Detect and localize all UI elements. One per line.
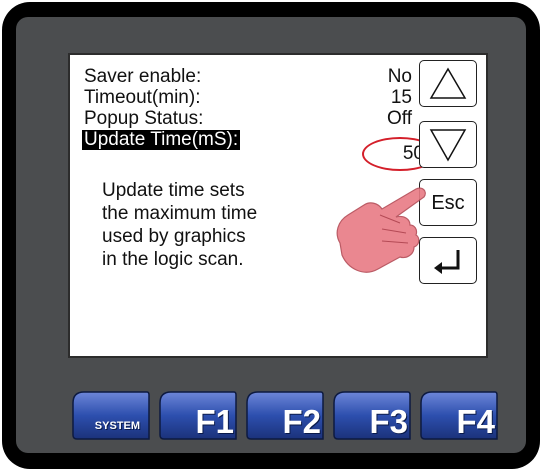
- up-arrow-icon: [429, 67, 467, 99]
- system-key-label: SYSTEM: [94, 420, 140, 432]
- f4-key[interactable]: F4: [419, 389, 499, 442]
- setting-value-popup-status[interactable]: Off: [352, 109, 412, 129]
- display-screen: Saver enable: No Timeout(min): 15 Popup …: [68, 53, 488, 358]
- f1-key[interactable]: F1: [158, 389, 238, 442]
- f4-key-label: F4: [456, 403, 495, 440]
- setting-value-saver-enable[interactable]: No: [352, 67, 412, 87]
- setting-label-saver-enable[interactable]: Saver enable:: [84, 67, 201, 87]
- setting-label-timeout[interactable]: Timeout(min):: [84, 88, 200, 108]
- system-key-shape: [72, 391, 150, 440]
- f3-key-label: F3: [369, 403, 408, 440]
- help-text: Update time sets the maximum time used b…: [102, 179, 257, 271]
- help-text-line: Update time sets: [102, 180, 245, 201]
- help-text-line: in the logic scan.: [102, 249, 244, 270]
- setting-label-update-time[interactable]: Update Time(mS):: [82, 130, 241, 150]
- f2-key[interactable]: F2: [245, 389, 325, 442]
- down-arrow-icon: [429, 129, 467, 162]
- help-text-line: the maximum time: [102, 203, 258, 224]
- pointing-hand-icon: [336, 187, 426, 273]
- down-button[interactable]: [419, 121, 477, 168]
- setting-value-timeout[interactable]: 15: [352, 88, 412, 108]
- up-button[interactable]: [419, 60, 477, 107]
- f3-key[interactable]: F3: [332, 389, 412, 442]
- help-text-line: used by graphics: [102, 226, 246, 247]
- f1-key-label: F1: [195, 403, 234, 440]
- setting-label-popup-status[interactable]: Popup Status:: [84, 109, 203, 129]
- system-key[interactable]: SYSTEM: [71, 389, 151, 442]
- f2-key-label: F2: [282, 403, 321, 440]
